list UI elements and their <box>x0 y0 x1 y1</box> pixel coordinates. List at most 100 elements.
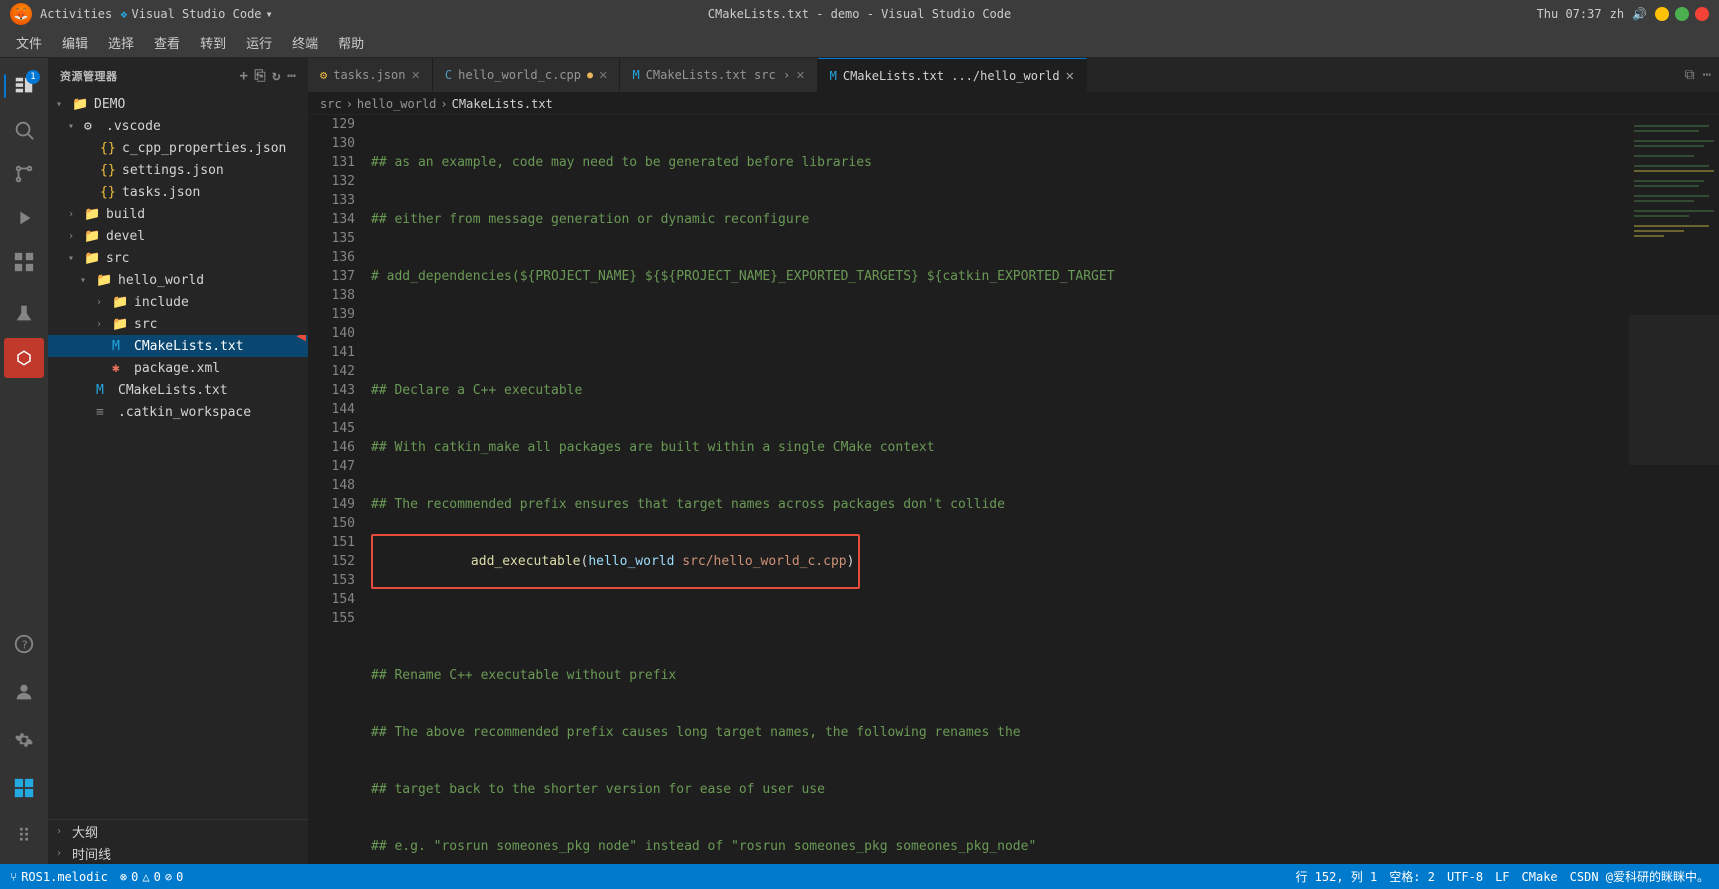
tab-cmakelists-src[interactable]: M CMakeLists.txt src › ✕ <box>620 58 817 93</box>
more-actions-icon[interactable]: ⋯ <box>1703 67 1711 83</box>
new-folder-button[interactable]: ⎘ <box>254 68 266 84</box>
eol-indicator[interactable]: LF <box>1495 870 1509 884</box>
tab-hello-world-cpp[interactable]: C hello_world_c.cpp ● ✕ <box>433 58 621 93</box>
vscode-icon: ❖ <box>120 7 127 21</box>
tree-item-settings[interactable]: {} settings.json <box>48 159 308 181</box>
menu-select[interactable]: 选择 <box>100 31 142 54</box>
info-count: 0 <box>176 870 183 884</box>
code-line-137 <box>371 609 1629 628</box>
remote-icon[interactable] <box>4 338 44 378</box>
code-line-139: ## The above recommended prefix causes l… <box>371 723 1629 742</box>
language-indicator[interactable]: CMake <box>1522 870 1558 884</box>
close-button[interactable] <box>1695 7 1709 21</box>
tree-item-src[interactable]: ▾ 📁 src <box>48 247 308 269</box>
indent-indicator[interactable]: 空格: 2 <box>1389 868 1435 885</box>
line-num: 143 <box>308 381 355 400</box>
window-controls <box>1655 7 1709 21</box>
minimize-button[interactable] <box>1655 7 1669 21</box>
code-line-138: ## Rename C++ executable without prefix <box>371 666 1629 685</box>
tab-close-button[interactable]: ✕ <box>411 67 419 83</box>
line-num: 129 <box>308 115 355 134</box>
menu-edit[interactable]: 编辑 <box>54 31 96 54</box>
tree-item-cmakelists-root[interactable]: M CMakeLists.txt <box>48 379 308 401</box>
tree-item-demo[interactable]: ▾ 📁 DEMO <box>48 93 308 115</box>
flask-icon[interactable] <box>4 294 44 334</box>
tree-item-src2[interactable]: › 📁 src <box>48 313 308 335</box>
maximize-button[interactable] <box>1675 7 1689 21</box>
code-editor[interactable]: 129 130 131 132 133 134 135 136 137 138 … <box>308 115 1719 864</box>
extensions-icon[interactable] <box>4 242 44 282</box>
breadcrumb-file[interactable]: CMakeLists.txt <box>452 97 553 111</box>
line-num: 141 <box>308 343 355 362</box>
tab-label: CMakeLists.txt src › <box>646 68 791 82</box>
tree-item-hello-world[interactable]: ▾ 📁 hello_world <box>48 269 308 291</box>
tree-item-build[interactable]: › 📁 build <box>48 203 308 225</box>
timeline-label: 时间线 <box>72 844 111 863</box>
expand-arrow: ▾ <box>80 275 96 286</box>
vscode-launcher[interactable]: ❖ Visual Studio Code ▾ <box>120 7 273 21</box>
outline-section[interactable]: › 大纲 <box>48 820 308 842</box>
search-icon[interactable] <box>4 110 44 150</box>
speaker-icon[interactable]: 🔊 <box>1632 7 1647 21</box>
settings-icon[interactable] <box>4 720 44 760</box>
new-file-button[interactable]: + <box>239 68 248 84</box>
code-line-136: add_executable(hello_world src/hello_wor… <box>371 552 1629 571</box>
tab-cmakelists-hello[interactable]: M CMakeLists.txt .../hello_world ✕ <box>818 58 1087 93</box>
collapse-all-button[interactable]: ⋯ <box>287 68 296 84</box>
statusbar: ⑂ ROS1.melodic ⊗ 0 △ 0 ⊘ 0 行 152, 列 1 空格… <box>0 864 1719 889</box>
breadcrumb-src[interactable]: src <box>320 97 342 111</box>
source-control-icon[interactable] <box>4 154 44 194</box>
branch-indicator[interactable]: ⑂ ROS1.melodic <box>10 870 108 884</box>
tree-label: package.xml <box>134 361 220 376</box>
menu-help[interactable]: 帮助 <box>330 31 372 54</box>
activities-label[interactable]: Activities <box>40 7 112 21</box>
tree-item-catkin[interactable]: ≡ .catkin_workspace <box>48 401 308 423</box>
line-num: 149 <box>308 495 355 514</box>
tree-item-devel[interactable]: › 📁 devel <box>48 225 308 247</box>
folder-icon: 📁 <box>112 295 130 310</box>
xml-icon: ✱ <box>112 361 130 376</box>
help-icon[interactable]: ? <box>4 624 44 664</box>
window-title: CMakeLists.txt - demo - Visual Studio Co… <box>708 7 1011 21</box>
expand-arrow: › <box>68 231 84 242</box>
tab-close-button[interactable]: ✕ <box>1066 68 1074 84</box>
svg-text:?: ? <box>21 639 28 652</box>
tree-item-vscode[interactable]: ▾ ⚙ .vscode <box>48 115 308 137</box>
split-editor-icon[interactable]: ⧉ <box>1685 67 1695 83</box>
encoding-indicator[interactable]: UTF-8 <box>1447 870 1483 884</box>
line-num: 130 <box>308 134 355 153</box>
code-line-140: ## target back to the shorter version fo… <box>371 780 1629 799</box>
breadcrumb-sep2: › <box>440 97 447 111</box>
tree-item-c-cpp[interactable]: {} c_cpp_properties.json <box>48 137 308 159</box>
menu-terminal[interactable]: 终端 <box>284 31 326 54</box>
lang-display: zh <box>1610 7 1624 21</box>
line-num: 153 <box>308 571 355 590</box>
grid-icon[interactable]: ⠿ <box>4 816 44 856</box>
tree-item-include[interactable]: › 📁 include <box>48 291 308 313</box>
refresh-button[interactable]: ↻ <box>272 68 281 84</box>
tree-item-tasks-json[interactable]: {} tasks.json <box>48 181 308 203</box>
menu-file[interactable]: 文件 <box>8 31 50 54</box>
menu-view[interactable]: 查看 <box>146 31 188 54</box>
tab-tasks[interactable]: ⚙ tasks.json ✕ <box>308 58 433 93</box>
tree-item-cmakelists-hw[interactable]: M CMakeLists.txt ◀ <box>48 335 308 357</box>
menu-goto[interactable]: 转到 <box>192 31 234 54</box>
timeline-section[interactable]: › 时间线 <box>48 842 308 864</box>
tree-item-package-xml[interactable]: ✱ package.xml <box>48 357 308 379</box>
tab-close-button[interactable]: ✕ <box>796 67 804 83</box>
breadcrumb-hello-world[interactable]: hello_world <box>357 97 436 111</box>
line-num: 134 <box>308 210 355 229</box>
run-icon[interactable] <box>4 198 44 238</box>
menu-run[interactable]: 运行 <box>238 31 280 54</box>
code-content[interactable]: ## as an example, code may need to be ge… <box>363 115 1629 864</box>
errors-indicator[interactable]: ⊗ 0 △ 0 ⊘ 0 <box>120 870 183 884</box>
tab-bar: ⚙ tasks.json ✕ C hello_world_c.cpp ● ✕ M… <box>308 58 1719 93</box>
tab-label: hello_world_c.cpp <box>458 68 581 82</box>
vscode-activity-icon[interactable] <box>4 768 44 808</box>
explorer-icon[interactable]: 1 <box>4 66 44 106</box>
cursor-position[interactable]: 行 152, 列 1 <box>1295 868 1377 885</box>
tab-close-button[interactable]: ✕ <box>599 67 607 83</box>
code-line-141: ## e.g. "rosrun someones_pkg node" inste… <box>371 837 1629 856</box>
account-icon[interactable] <box>4 672 44 712</box>
menubar: 文件 编辑 选择 查看 转到 运行 终端 帮助 <box>0 28 1719 58</box>
